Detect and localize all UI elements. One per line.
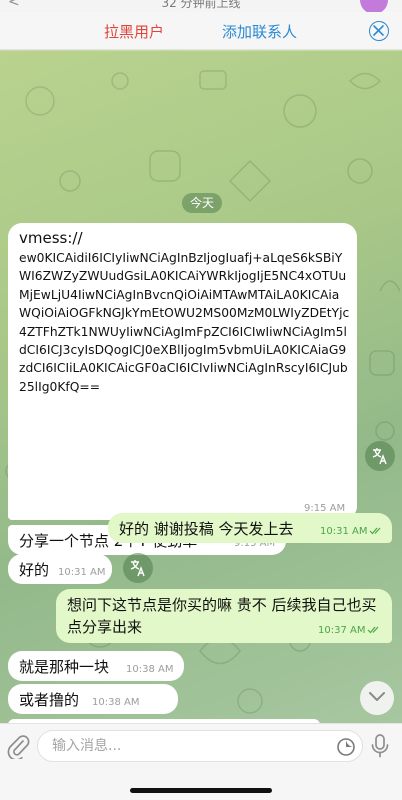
message-text[interactable]: 好的 bbox=[19, 559, 49, 580]
date-chip: 今天 bbox=[182, 193, 222, 213]
message-text[interactable]: 就是那种一块 bbox=[19, 656, 109, 677]
incoming-message-bubble[interactable]: vmess:// ew0KICAidiI6ICIyIiwNCiAgInBzIjo… bbox=[8, 223, 357, 520]
incoming-message-bubble[interactable]: 或者撸的 10:38 AM bbox=[8, 684, 178, 714]
message-time: 10:38 AM bbox=[92, 697, 140, 708]
read-ticks-icon bbox=[368, 626, 379, 634]
message-time-label: 10:37 AM bbox=[318, 625, 366, 636]
message-time: 10:31 AM bbox=[58, 567, 106, 578]
block-user-button[interactable]: 拉黑用户 bbox=[104, 21, 164, 42]
chat-area[interactable]: 今天 vmess:// ew0KICAidiI6ICIyIiwNCiAgInBz… bbox=[0, 51, 402, 723]
message-input[interactable] bbox=[52, 736, 322, 756]
outgoing-message-bubble[interactable]: 好的 谢谢投稿 今天发上去 10:31 AM bbox=[108, 513, 392, 543]
message-text[interactable]: 或者撸的 bbox=[19, 689, 79, 710]
scroll-down-chevron-icon[interactable] bbox=[360, 681, 394, 715]
message-time-label: 10:31 AM bbox=[320, 526, 368, 537]
contact-action-bar: 拉黑用户 添加联系人 bbox=[0, 12, 402, 50]
incoming-message-bubble[interactable]: 好的 10:31 AM bbox=[8, 554, 112, 584]
read-ticks-icon bbox=[370, 527, 381, 535]
add-contact-button[interactable]: 添加联系人 bbox=[222, 21, 297, 42]
incoming-message-bubble[interactable]: 就是那种一块 10:38 AM bbox=[8, 651, 184, 681]
status-strip: < 32 分钟前上线 bbox=[0, 0, 402, 12]
message-time: 10:38 AM bbox=[126, 664, 174, 675]
message-text[interactable]: 好的 谢谢投稿 今天发上去 bbox=[119, 518, 294, 539]
paperclip-attach-icon[interactable] bbox=[6, 733, 30, 761]
message-input-field[interactable] bbox=[37, 730, 363, 762]
last-seen-status: 32 分钟前上线 bbox=[161, 0, 241, 10]
message-input-bar bbox=[0, 723, 402, 800]
message-time: 10:31 AM bbox=[320, 526, 383, 537]
message-time: 10:37 AM bbox=[318, 625, 381, 636]
message-text[interactable]: vmess:// bbox=[19, 229, 83, 247]
microphone-icon[interactable] bbox=[370, 733, 390, 759]
close-icon[interactable] bbox=[369, 21, 389, 41]
message-text[interactable]: ew0KICAidiI6ICIyIiwNCiAgInBzIjogIuafj+aL… bbox=[19, 249, 351, 396]
sticker-emoji-icon[interactable] bbox=[336, 737, 356, 757]
outgoing-message-bubble[interactable]: 想问下这节点是你买的嘛 贵不 后续我自己也买点分享出来 10:37 AM bbox=[56, 589, 392, 643]
home-indicator bbox=[130, 788, 272, 793]
translate-icon[interactable] bbox=[123, 553, 153, 583]
translate-icon[interactable] bbox=[365, 441, 395, 471]
